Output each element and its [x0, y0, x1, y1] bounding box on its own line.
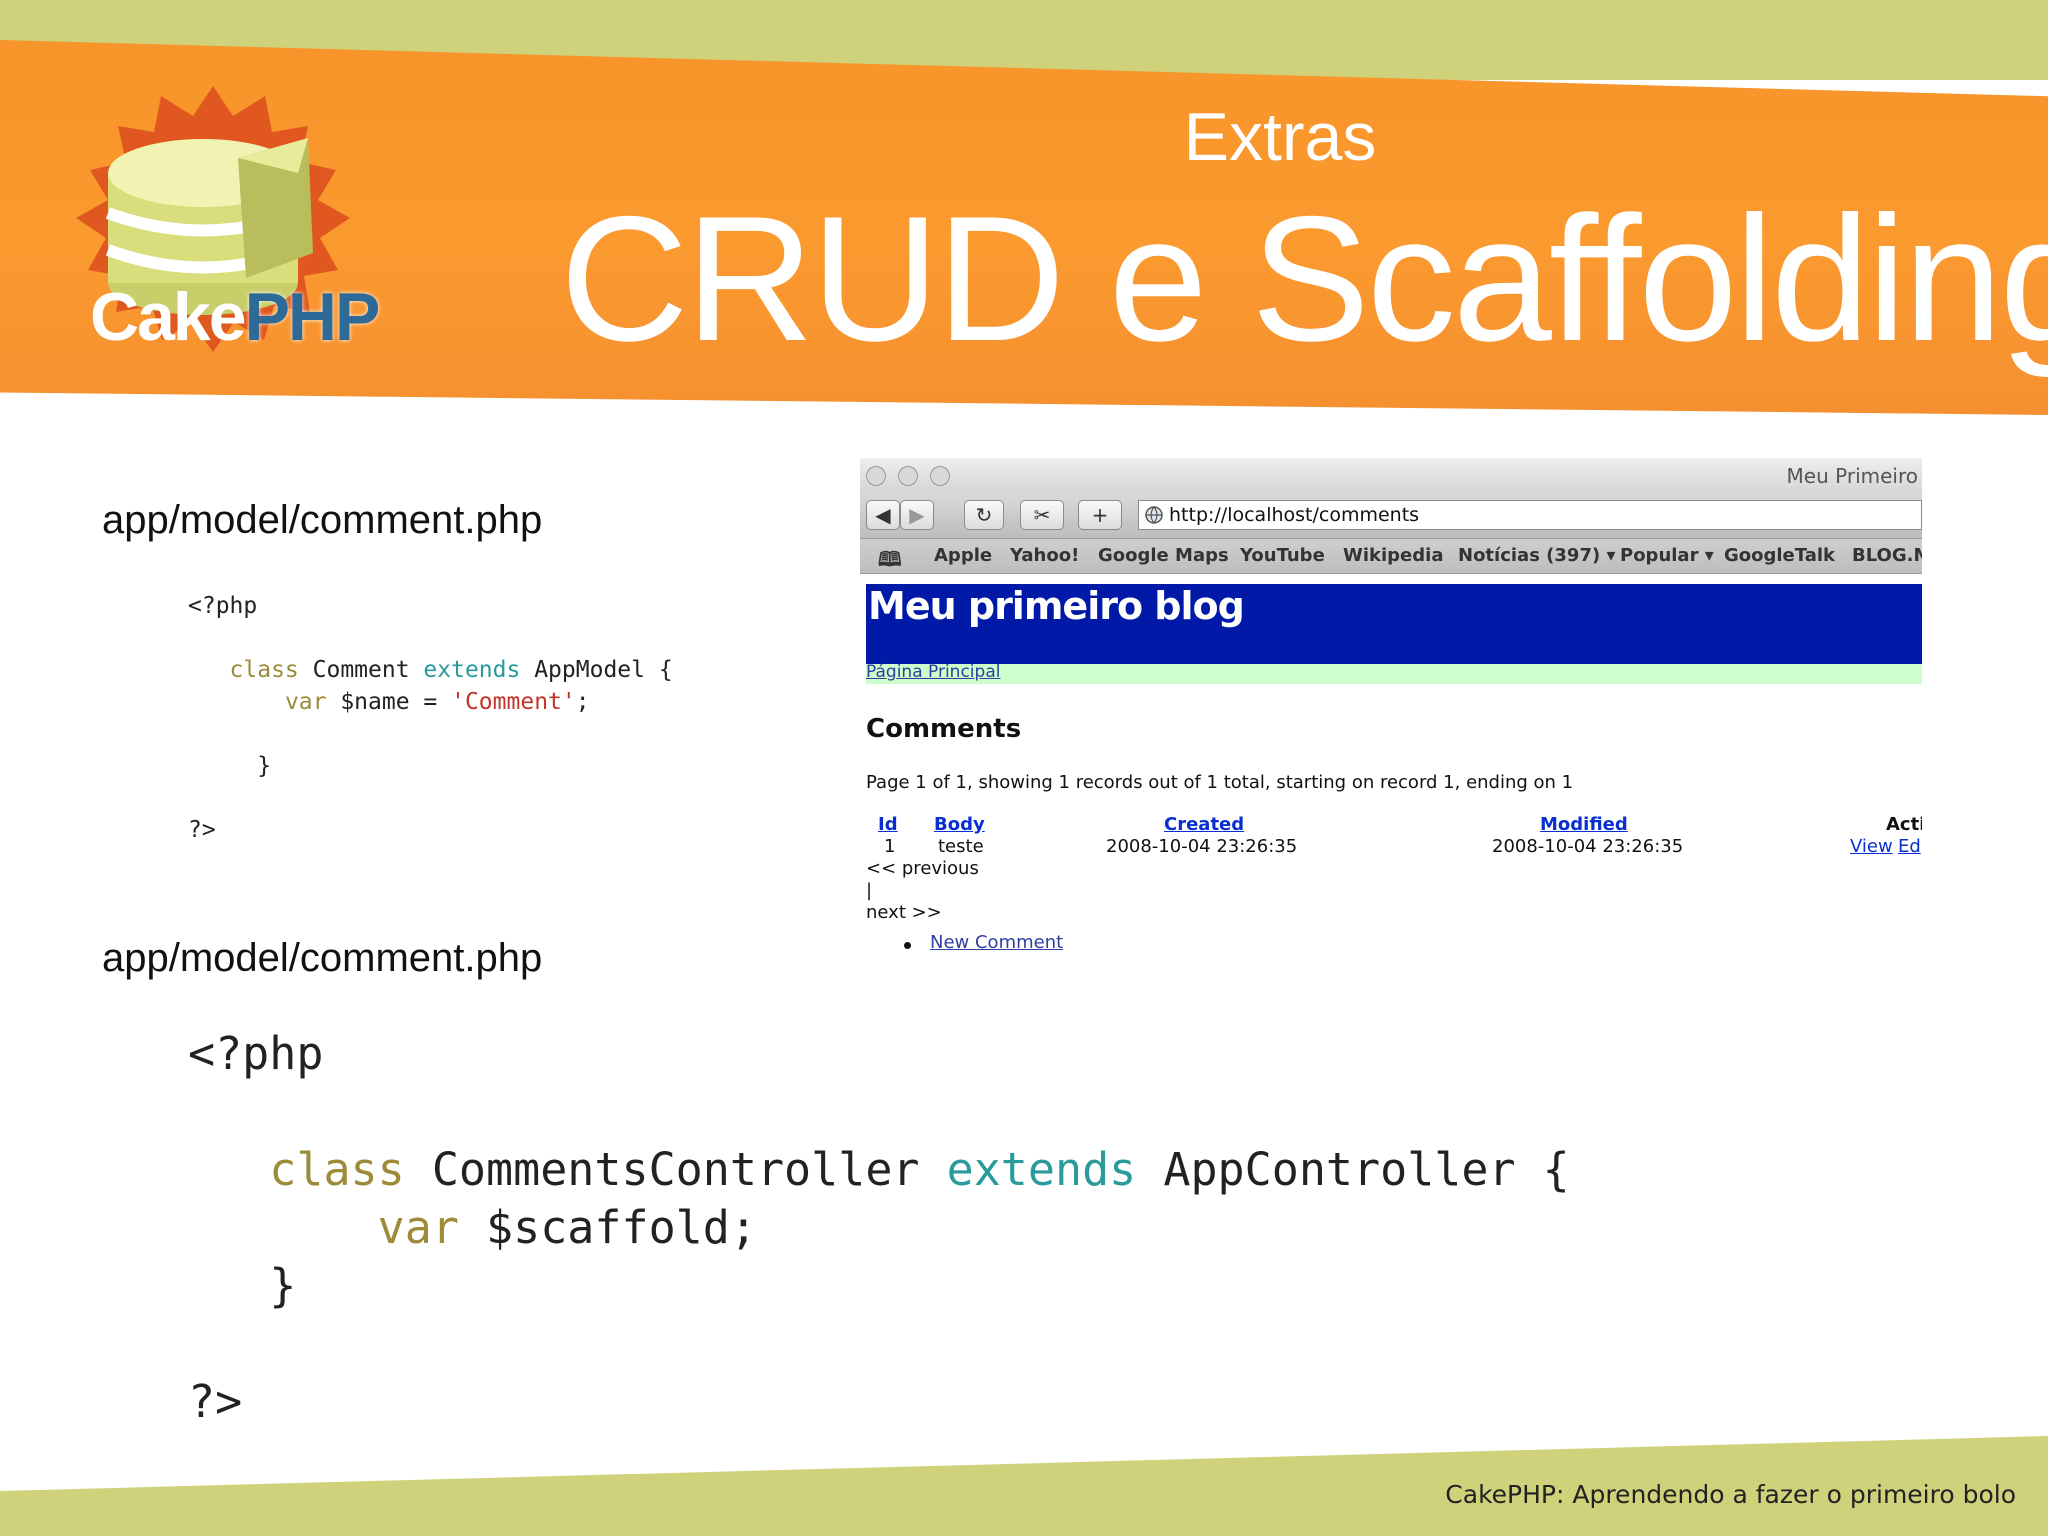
new-comment-link[interactable]: New Comment	[930, 932, 1063, 953]
bookmark-popular[interactable]: Popular ▾	[1620, 545, 1714, 566]
bookmark-youtube[interactable]: YouTube	[1240, 545, 1325, 566]
forward-icon: ▶	[909, 503, 925, 527]
code-parent: AppModel {	[520, 657, 673, 683]
home-link[interactable]: Página Principal	[866, 662, 1000, 682]
snapback-icon: ✂	[1033, 503, 1051, 527]
bookmark-google-maps[interactable]: Google Maps	[1098, 545, 1229, 566]
cell-modified: 2008-10-04 23:26:35	[1492, 836, 1684, 857]
code-var: $name =	[326, 689, 452, 715]
column-header-id[interactable]: Id	[878, 814, 898, 835]
code-punct: ;	[575, 689, 590, 715]
code-keyword: class	[269, 1143, 405, 1196]
column-header-created[interactable]: Created	[1164, 814, 1244, 835]
controller-code-block: <?php class CommentsController extends A…	[188, 1025, 1570, 1431]
url-field[interactable]: http://localhost/comments	[1138, 500, 1922, 530]
slide-footer: CakePHP: Aprendendo a fazer o primeiro b…	[1445, 1480, 2016, 1509]
controller-path-label: app/model/comment.php	[102, 936, 543, 980]
next-link[interactable]: next >>	[866, 902, 942, 923]
blog-header: Meu primeiro blog	[866, 584, 1922, 664]
code-string: 'Comment'	[451, 689, 576, 715]
edit-link[interactable]: Ed	[1898, 836, 1921, 857]
code-keyword: extends	[423, 657, 521, 683]
code-class-name: Comment	[298, 657, 424, 683]
nav-strip: Página Principal	[866, 662, 1922, 684]
reload-icon: ↻	[975, 503, 993, 527]
snapback-button[interactable]: ✂	[1020, 500, 1064, 530]
cell-id: 1	[884, 836, 896, 857]
cell-body: teste	[938, 836, 984, 857]
bookmark-wikipedia[interactable]: Wikipedia	[1343, 545, 1443, 566]
bookmark-apple[interactable]: Apple	[934, 545, 992, 566]
code-keyword: extends	[946, 1143, 1137, 1196]
column-header-body[interactable]: Body	[934, 814, 985, 835]
forward-button[interactable]: ▶	[900, 500, 934, 530]
bookmark-googletalk[interactable]: GoogleTalk	[1724, 545, 1835, 566]
code-brace: }	[257, 753, 272, 779]
paging-separator: |	[866, 880, 873, 901]
code-var: $scaffold;	[458, 1201, 757, 1254]
slide-title: CRUD e Scaffolding	[560, 179, 2048, 378]
model-code-block: <?php class Comment extends AppModel { v…	[188, 590, 673, 846]
minimize-window-icon[interactable]	[898, 466, 918, 486]
paging-text: Page 1 of 1, showing 1 records out of 1 …	[866, 772, 1574, 793]
slide-subtitle: Extras	[1183, 99, 1377, 175]
code-line: ?>	[188, 817, 216, 843]
code-keyword: var	[377, 1201, 459, 1254]
blog-title: Meu primeiro blog	[868, 584, 1245, 628]
bookmark-noticias[interactable]: Notícias (397) ▾	[1458, 545, 1616, 566]
add-bookmark-button[interactable]: +	[1078, 500, 1122, 530]
view-link[interactable]: View	[1850, 836, 1893, 857]
bookmark-yahoo[interactable]: Yahoo!	[1010, 545, 1079, 566]
globe-icon	[1145, 506, 1163, 524]
close-window-icon[interactable]	[866, 466, 886, 486]
bookmarks-bar: 🕮 Apple Yahoo! Google Maps YouTube Wikip…	[860, 538, 1922, 574]
cell-created: 2008-10-04 23:26:35	[1106, 836, 1298, 857]
code-line: <?php	[188, 593, 258, 619]
model-path-label: app/model/comment.php	[102, 498, 543, 542]
code-line: <?php	[188, 1027, 324, 1080]
bookmark-blog[interactable]: BLOG.M	[1852, 545, 1922, 566]
window-titlebar: Meu Primeiro	[860, 458, 1922, 494]
code-parent: AppController {	[1136, 1143, 1570, 1196]
zoom-window-icon[interactable]	[930, 466, 950, 486]
browser-window: Meu Primeiro ◀ ▶ ↻ ✂ + http://localhost/…	[860, 458, 1922, 978]
previous-link[interactable]: << previous	[866, 858, 979, 879]
code-class-name: CommentsController	[404, 1143, 947, 1196]
url-text: http://localhost/comments	[1169, 504, 1420, 526]
web-page: Meu primeiro blog Página Principal Comme…	[860, 574, 1922, 978]
back-icon: ◀	[875, 503, 891, 527]
code-line: ?>	[188, 1375, 243, 1428]
section-title: Comments	[866, 714, 1022, 744]
column-header-actions: Acti	[1886, 814, 1922, 835]
window-title: Meu Primeiro	[1786, 464, 1918, 488]
cakephp-logo-text: CakePHP	[90, 279, 380, 355]
code-brace: }	[269, 1259, 297, 1312]
add-bookmark-icon: +	[1091, 503, 1109, 527]
reload-button[interactable]: ↻	[964, 500, 1004, 530]
code-keyword: var	[284, 689, 327, 715]
code-keyword: class	[229, 657, 299, 683]
column-header-modified[interactable]: Modified	[1540, 814, 1628, 835]
list-bullet	[904, 942, 911, 949]
back-button[interactable]: ◀	[866, 500, 900, 530]
browser-toolbar: ◀ ▶ ↻ ✂ + http://localhost/comments	[860, 494, 1922, 538]
